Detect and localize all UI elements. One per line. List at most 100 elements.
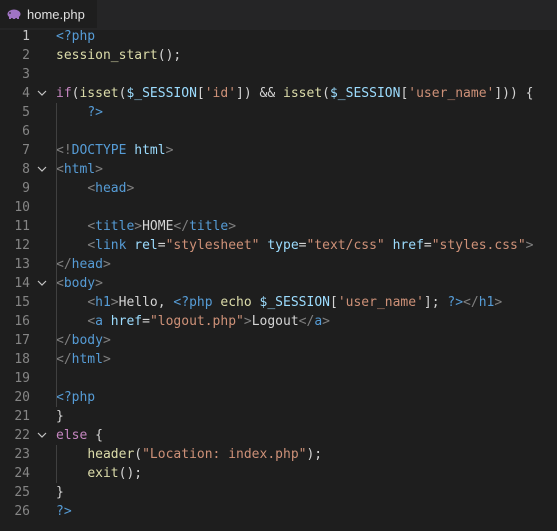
code-token: <?php [56, 29, 96, 44]
code-token: < [87, 238, 96, 253]
code-line[interactable]: 10 [0, 198, 557, 217]
code-token: (); [157, 48, 182, 63]
line-number: 26 [14, 504, 30, 519]
code-editor[interactable]: home.php 1 <?php 2 session_start(); 3 4 if(iss… [0, 0, 557, 531]
code-token: if [56, 86, 72, 101]
line-number: 4 [22, 86, 30, 101]
code-line[interactable]: 3 [0, 65, 557, 84]
code-text: <html> [56, 160, 103, 179]
code-line[interactable]: 13 </head> [0, 255, 557, 274]
code-token: </ [298, 314, 315, 329]
code-line[interactable]: 6 [0, 122, 557, 141]
code-token: exit [87, 466, 119, 481]
code-text: <head> [56, 179, 134, 198]
tab-home-php[interactable]: home.php [0, 0, 97, 28]
line-number: 8 [22, 162, 30, 177]
code-token: </ [56, 257, 72, 272]
code-line[interactable]: 26 ?> [0, 502, 557, 521]
line-number: 25 [14, 485, 30, 500]
fold-chevron-icon[interactable] [35, 160, 49, 179]
code-token: ])) { [494, 86, 534, 101]
code-line[interactable]: 19 [0, 369, 557, 388]
code-token: href [110, 314, 143, 329]
code-line[interactable]: 14 <body> [0, 274, 557, 293]
code-line[interactable]: 4 if(isset($_SESSION['id']) && isset($_SE… [0, 84, 557, 103]
code-token: [ [196, 86, 205, 101]
code-token: title [95, 219, 135, 234]
code-line[interactable]: 1 <?php [0, 27, 557, 46]
code-token: body [71, 333, 103, 348]
code-text: <body> [56, 274, 103, 293]
code-token: > [102, 257, 111, 272]
code-token: < [87, 314, 96, 329]
code-token: </ [56, 352, 72, 367]
line-number: 18 [14, 352, 30, 367]
code-token: session_start [56, 48, 158, 63]
code-line[interactable]: 12 <link rel="stylesheet" type="text/css… [0, 236, 557, 255]
code-token: $_SESSION [126, 86, 197, 101]
code-token: > [165, 143, 174, 158]
code-token: h1 [478, 295, 495, 310]
code-line[interactable]: 20 <?php [0, 388, 557, 407]
code-token: < [56, 162, 64, 177]
code-lines[interactable]: 1 <?php 2 session_start(); 3 4 if(isset($_SESS… [0, 27, 557, 521]
code-text: ?> [56, 502, 72, 521]
code-line[interactable]: 23 header("Location: index.php"); [0, 445, 557, 464]
code-token: link [95, 238, 127, 253]
line-number: 9 [22, 181, 30, 196]
code-token: type [267, 238, 299, 253]
code-line[interactable]: 2 session_start(); [0, 46, 557, 65]
code-token: body [63, 276, 96, 291]
indent-guide [56, 293, 57, 331]
code-text: if(isset($_SESSION['id']) && isset($_SES… [56, 84, 534, 103]
code-token: < [87, 219, 96, 234]
code-text: <?php [56, 27, 95, 46]
code-token: head [71, 257, 103, 272]
code-text: } [56, 483, 64, 502]
code-token: href [392, 238, 424, 253]
code-line[interactable]: 17 </body> [0, 331, 557, 350]
code-text: exit(); [56, 464, 142, 483]
fold-chevron-icon[interactable] [35, 84, 49, 103]
code-text: </html> [56, 350, 111, 369]
code-token: <?php [56, 390, 96, 405]
code-token: isset [283, 86, 323, 101]
code-text: <link rel="stylesheet" type="text/css" h… [56, 236, 533, 255]
code-token: "styles.css" [431, 238, 526, 253]
fold-chevron-icon[interactable] [35, 274, 49, 293]
code-token: echo [220, 295, 252, 310]
code-token: > [95, 162, 103, 177]
code-token: = [423, 238, 432, 253]
code-token: <?php [173, 295, 213, 310]
code-token: = [157, 238, 166, 253]
code-token: "logout.php" [149, 314, 244, 329]
code-line[interactable]: 21} [0, 407, 557, 426]
code-line[interactable]: 7 <!DOCTYPE html> [0, 141, 557, 160]
php-elephant-icon [6, 8, 22, 20]
code-line[interactable]: 5 ?> [0, 103, 557, 122]
code-token: a [314, 314, 323, 329]
code-line[interactable]: 18 </html> [0, 350, 557, 369]
code-token: head [95, 181, 127, 196]
fold-chevron-icon[interactable] [35, 426, 49, 445]
code-line[interactable]: 24 exit(); [0, 464, 557, 483]
code-line[interactable]: 22 else { [0, 426, 557, 445]
code-line[interactable]: 25} [0, 483, 557, 502]
line-number: 23 [14, 447, 30, 462]
code-token: < [87, 181, 96, 196]
code-token: </ [56, 333, 72, 348]
code-token: HOME [142, 219, 174, 234]
code-line[interactable]: 11 <title>HOME</title> [0, 217, 557, 236]
code-line[interactable]: 8 <html> [0, 160, 557, 179]
code-text: } [56, 407, 64, 426]
code-token: { [87, 428, 103, 443]
code-line[interactable]: 9 <head> [0, 179, 557, 198]
code-line[interactable]: 15 <h1>Hello, <?php echo $_SESSION['user… [0, 293, 557, 312]
code-token: > [95, 276, 103, 291]
code-text: <title>HOME</title> [56, 217, 236, 236]
code-token: > [525, 238, 534, 253]
code-line[interactable]: 16 <a href="logout.php">Logout</a> [0, 312, 557, 331]
